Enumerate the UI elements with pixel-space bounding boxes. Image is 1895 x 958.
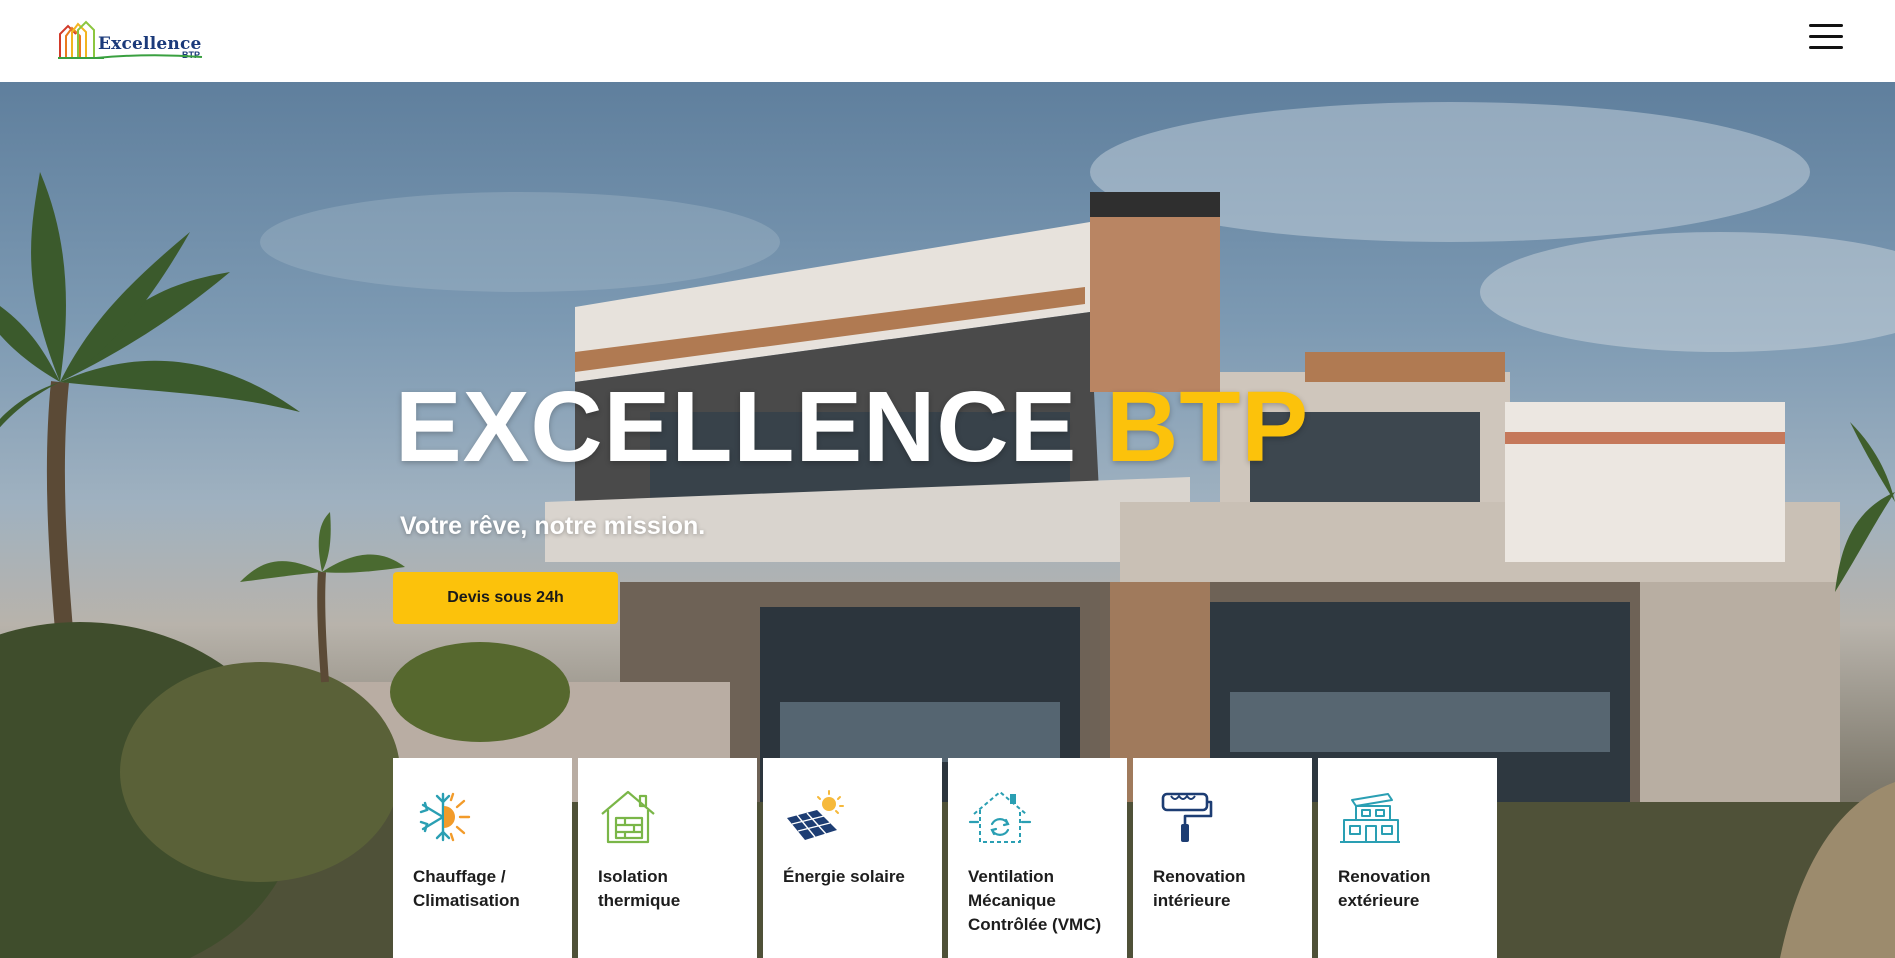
- service-label: Isolation thermique: [598, 867, 681, 910]
- service-card-insulation[interactable]: Isolation thermique: [578, 758, 757, 958]
- house-ventilation-icon: [968, 791, 1032, 843]
- site-header: Excellence BTP: [0, 0, 1895, 82]
- service-card-exterior[interactable]: Renovation extérieure: [1318, 758, 1497, 958]
- snowflake-sun-icon: [419, 792, 471, 842]
- solar-panel-icon: [787, 790, 844, 840]
- service-card-solar[interactable]: Énergie solaire: [763, 758, 942, 958]
- hero-title-main: EXCELLENCE: [395, 371, 1078, 483]
- hamburger-menu-icon[interactable]: [1809, 24, 1843, 56]
- site-logo[interactable]: Excellence BTP: [58, 20, 204, 64]
- service-label: Renovation intérieure: [1153, 867, 1246, 910]
- service-label: Renovation extérieure: [1338, 867, 1431, 910]
- hero-subtitle: Votre rêve, notre mission.: [400, 512, 706, 540]
- logo-underline: [95, 54, 203, 59]
- hero-title: EXCELLENCE BTP: [395, 370, 1309, 485]
- services-cards: Chauffage / Climatisation Isolation ther…: [393, 758, 1497, 958]
- service-card-heating[interactable]: Chauffage / Climatisation: [393, 758, 572, 958]
- hero-title-accent: BTP: [1106, 371, 1310, 483]
- service-label: Chauffage / Climatisation: [413, 867, 520, 910]
- service-label: Énergie solaire: [783, 867, 905, 886]
- service-card-ventilation[interactable]: Ventilation Mécanique Contrôlée (VMC): [948, 758, 1127, 958]
- building-facade-icon: [1340, 793, 1400, 843]
- paint-roller-icon: [1161, 792, 1213, 842]
- quote-cta-button[interactable]: Devis sous 24h: [393, 572, 618, 624]
- service-card-interior[interactable]: Renovation intérieure: [1133, 758, 1312, 958]
- house-insulation-icon: [601, 790, 655, 844]
- service-label: Ventilation Mécanique Contrôlée (VMC): [968, 867, 1102, 934]
